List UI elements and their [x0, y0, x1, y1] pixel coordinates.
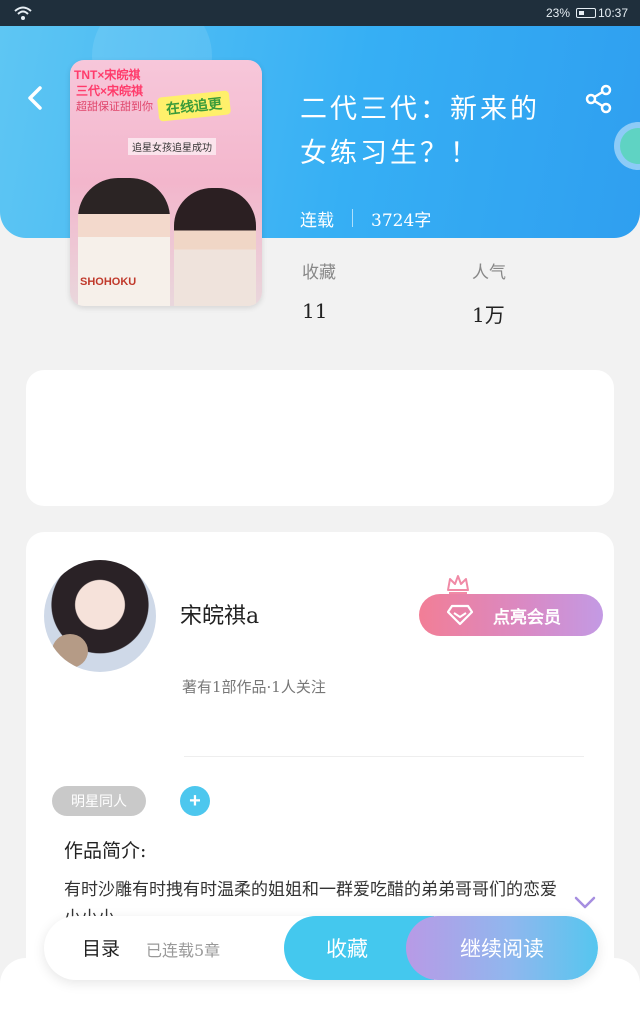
add-tag-button[interactable]: + [180, 786, 210, 816]
cover-text: 追星女孩追星成功 [128, 138, 216, 155]
author-name[interactable]: 宋皖祺a [180, 598, 259, 630]
book-title: 二代三代：新来的 女练习生？！ [300, 88, 590, 176]
status-bar: 23% 10:37 [0, 0, 640, 26]
bottom-action-bar: 目录 已连载5章 收藏 继续阅读 [44, 916, 598, 980]
chat-bubble-icon [620, 128, 640, 164]
diamond-icon [447, 604, 473, 626]
back-arrow-icon[interactable] [22, 84, 50, 112]
favorites-value: 11 [302, 299, 328, 323]
avatar[interactable] [44, 560, 156, 672]
cover-text: 三代×宋皖祺 [76, 84, 144, 98]
popularity-label: 人气 [472, 263, 506, 283]
wifi-icon [14, 6, 32, 20]
intro-label: 作品简介: [64, 840, 147, 862]
book-title-line2: 女练习生？！ [300, 138, 480, 169]
vip-button[interactable]: 点亮会员 [419, 594, 603, 636]
empty-card [26, 370, 614, 506]
floating-chat-button[interactable] [614, 122, 640, 170]
book-cover[interactable]: TNT×宋皖祺 三代×宋皖祺 超甜保证甜到你 在线追更 追星女孩追星成功 SHO… [70, 60, 262, 306]
battery-icon [576, 8, 596, 18]
popularity-value: 1万 [472, 303, 505, 327]
stat-popularity: 人气 1万 [472, 258, 506, 328]
stat-favorites: 收藏 11 [302, 258, 336, 323]
cover-figure-girl [174, 188, 256, 306]
category-tag[interactable]: 明星同人 [52, 786, 146, 816]
clock-time: 10:37 [597, 6, 628, 20]
chapter-status: 已连载5章 [146, 941, 221, 960]
cover-text: TNT×宋皖祺 [74, 68, 141, 82]
vip-button-label: 点亮会员 [493, 607, 561, 627]
favorite-button-label: 收藏 [326, 937, 368, 961]
word-count: 3724字 [371, 210, 432, 231]
divider [184, 756, 584, 757]
book-title-line1: 二代三代：新来的 [300, 94, 540, 125]
favorites-label: 收藏 [302, 263, 336, 283]
chevron-down-icon[interactable] [574, 896, 596, 910]
meta-divider [352, 209, 353, 227]
book-meta: 连载 3724字 [300, 204, 431, 232]
cover-text: 超甜保证甜到你 [76, 101, 153, 113]
serial-status: 连载 [300, 210, 334, 231]
cover-banner: 在线追更 [156, 90, 232, 122]
avatar-bear [52, 634, 88, 668]
author-summary: 著有1部作品·1人关注 [182, 678, 326, 696]
crown-icon [447, 575, 469, 594]
battery-percent: 23% [545, 6, 570, 20]
continue-reading-label: 继续阅读 [460, 937, 544, 961]
toc-button[interactable]: 目录 [82, 934, 120, 961]
cover-text: SHOHOKU [80, 276, 137, 288]
continue-reading-button[interactable]: 继续阅读 [406, 916, 598, 980]
